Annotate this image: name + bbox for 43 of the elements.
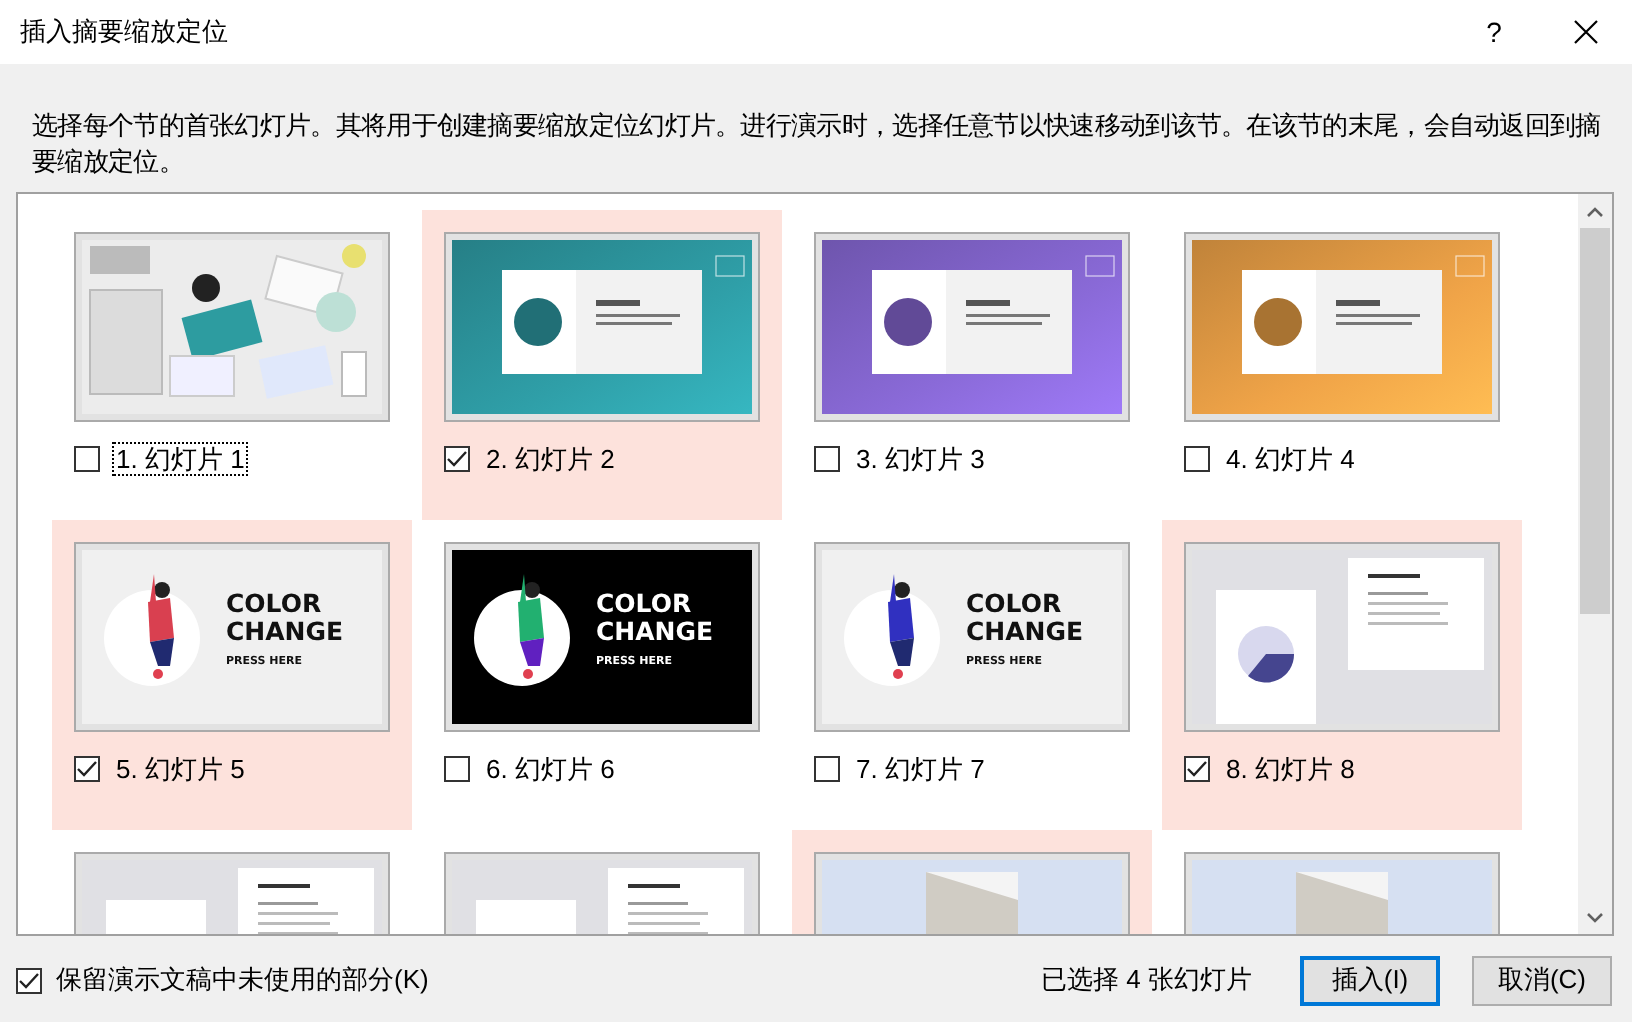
slide-label[interactable]: 6. 幻灯片 6 [482,751,619,785]
slide-label[interactable]: 7. 幻灯片 7 [852,751,989,785]
slide-thumbnail[interactable] [444,232,760,422]
description-text: 选择每个节的首张幻灯片。其将用于创建摘要缩放定位幻灯片。进行演示时，选择任意节以快速移动到该节。在该节的末尾，会自动返回到摘要缩放定位。 [32,108,1603,180]
scrollbar-thumb[interactable] [1580,228,1610,614]
slide-thumbnail[interactable] [1184,542,1500,732]
figure-drawing [474,574,570,686]
checkbox[interactable] [1184,755,1210,781]
checkbox[interactable] [74,445,100,471]
checkbox[interactable] [16,967,42,993]
checkbox[interactable] [1184,445,1210,471]
slide-label[interactable]: 5. 幻灯片 5 [112,751,249,785]
text-lines-drawing [1368,574,1448,625]
slide-thumbnail[interactable] [1184,232,1500,422]
scroll-down-icon[interactable] [1586,911,1604,923]
selection-count: 已选择 4 张幻灯片 [1041,962,1252,999]
selected-tile[interactable]: 2. 幻灯片 2 [422,210,782,520]
scroll-up-icon[interactable] [1586,205,1604,217]
slide-label[interactable]: 2. 幻灯片 2 [482,441,619,475]
selected-tile[interactable]: 8. 幻灯片 8 [1162,520,1522,830]
checkbox[interactable] [814,755,840,781]
close-icon [1574,20,1598,44]
figure-drawing [104,574,200,686]
cancel-button[interactable]: 取消(C) [1472,955,1612,1005]
slide-title: COLOR CHANGE [226,588,344,646]
keep-unused-label[interactable]: 保留演示文稿中未使用的部分(K) [56,960,429,1000]
checkbox[interactable] [74,755,100,781]
dial-drawing [1238,626,1294,683]
vertical-scrollbar[interactable] [1578,194,1612,934]
slide-title: COLOR CHANGE [966,588,1084,646]
slide-thumbnail[interactable] [814,232,1130,422]
checkbox[interactable] [444,445,470,471]
help-button[interactable]: ? [1448,11,1540,53]
figure-drawing [844,574,940,686]
checkbox[interactable] [814,445,840,471]
slide-label[interactable]: 4. 幻灯片 4 [1222,441,1359,475]
slide-label[interactable]: 8. 幻灯片 8 [1222,751,1359,785]
insert-button[interactable]: 插入(I) [1300,955,1440,1005]
slide-label[interactable]: 1. 幻灯片 1 [112,441,249,475]
slide-title: COLOR CHANGE [596,588,714,646]
checkbox[interactable] [444,755,470,781]
slide-label[interactable]: 3. 幻灯片 3 [852,441,989,475]
window-title: 插入摘要缩放定位 [20,14,230,51]
